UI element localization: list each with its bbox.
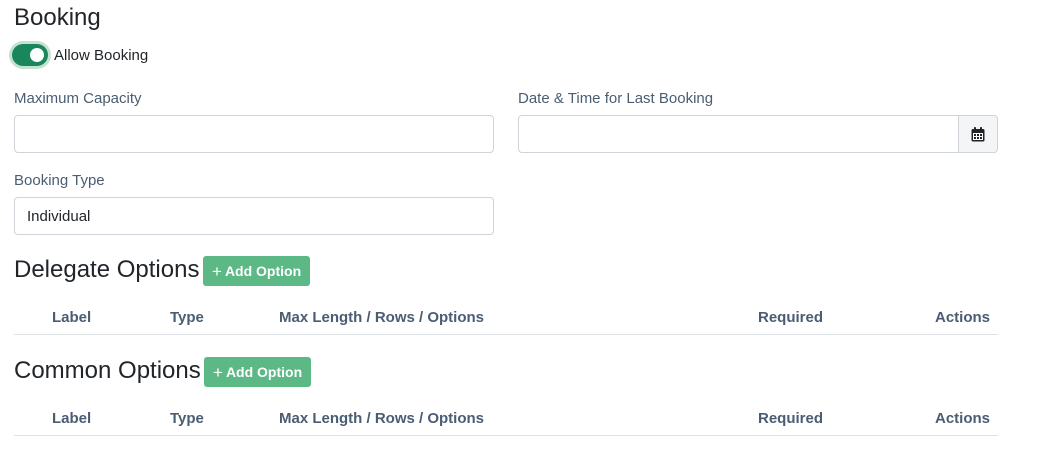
calendar-icon (971, 126, 985, 141)
col-label: Label (52, 309, 92, 326)
add-option-label: Add Option (224, 263, 302, 279)
max-capacity-input[interactable] (14, 115, 494, 153)
allow-booking-label: Allow Booking (54, 46, 149, 64)
booking-type-select[interactable]: Individual (14, 197, 494, 235)
col-required: Required (758, 309, 824, 326)
col-type: Type (170, 410, 204, 427)
last-booking-label: Date & Time for Last Booking (518, 90, 714, 107)
max-capacity-label: Maximum Capacity (14, 90, 142, 107)
col-max-length: Max Length / Rows / Options (279, 410, 485, 427)
allow-booking-row: Allow Booking (12, 43, 148, 67)
last-booking-group (518, 115, 998, 153)
calendar-button[interactable] (958, 115, 998, 153)
common-options-table-header: Label Type Max Length / Rows / Options R… (14, 404, 998, 436)
common-options-title: Common Options (14, 357, 201, 384)
delegate-add-option-button[interactable]: + Add Option (203, 256, 311, 286)
common-add-option-button[interactable]: + Add Option (204, 357, 312, 387)
col-max-length: Max Length / Rows / Options (279, 309, 485, 326)
col-label: Label (52, 410, 92, 427)
plus-icon: + (213, 362, 223, 382)
col-required: Required (758, 410, 824, 427)
delegate-options-title: Delegate Options (14, 256, 200, 283)
booking-title: Booking (14, 4, 101, 31)
delegate-options-table-header: Label Type Max Length / Rows / Options R… (14, 303, 998, 335)
booking-type-label: Booking Type (14, 172, 105, 189)
toggle-knob (30, 48, 44, 62)
allow-booking-toggle[interactable] (12, 44, 48, 66)
col-type: Type (170, 309, 204, 326)
add-option-label: Add Option (225, 364, 303, 380)
plus-icon: + (212, 261, 222, 281)
last-booking-input[interactable] (518, 115, 958, 153)
col-actions: Actions (935, 410, 991, 427)
col-actions: Actions (935, 309, 991, 326)
